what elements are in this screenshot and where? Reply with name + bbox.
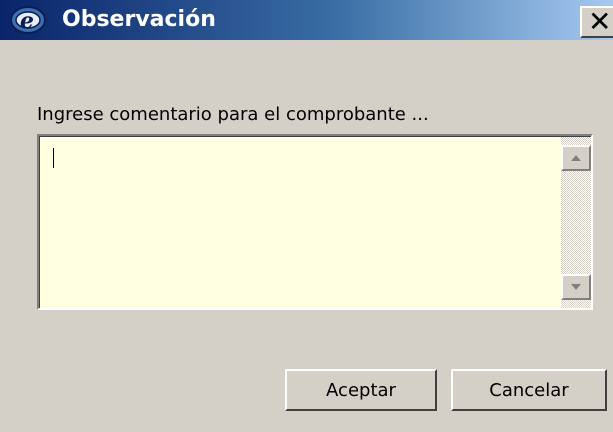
arrow-down-icon — [571, 284, 581, 290]
scroll-down-button[interactable] — [561, 274, 591, 300]
arrow-up-icon — [571, 155, 581, 161]
comment-textarea-field[interactable] — [39, 136, 591, 308]
comment-text — [46, 143, 557, 304]
svg-text:e: e — [20, 8, 34, 34]
close-button[interactable]: ✕ — [580, 6, 613, 38]
cancel-button[interactable]: Cancelar — [451, 369, 607, 411]
e-app-icon: e — [8, 4, 52, 36]
close-icon: ✕ — [588, 5, 612, 38]
scroll-up-button[interactable] — [561, 145, 591, 171]
window-title: Observación — [62, 7, 216, 32]
accept-button[interactable]: Aceptar — [285, 369, 437, 411]
title-bar[interactable]: e Observación ✕ — [0, 0, 613, 40]
comment-textarea[interactable] — [37, 134, 593, 310]
text-caret — [53, 148, 54, 168]
vertical-scrollbar[interactable] — [561, 137, 591, 308]
prompt-label: Ingrese comentario para el comprobante .… — [37, 104, 429, 125]
